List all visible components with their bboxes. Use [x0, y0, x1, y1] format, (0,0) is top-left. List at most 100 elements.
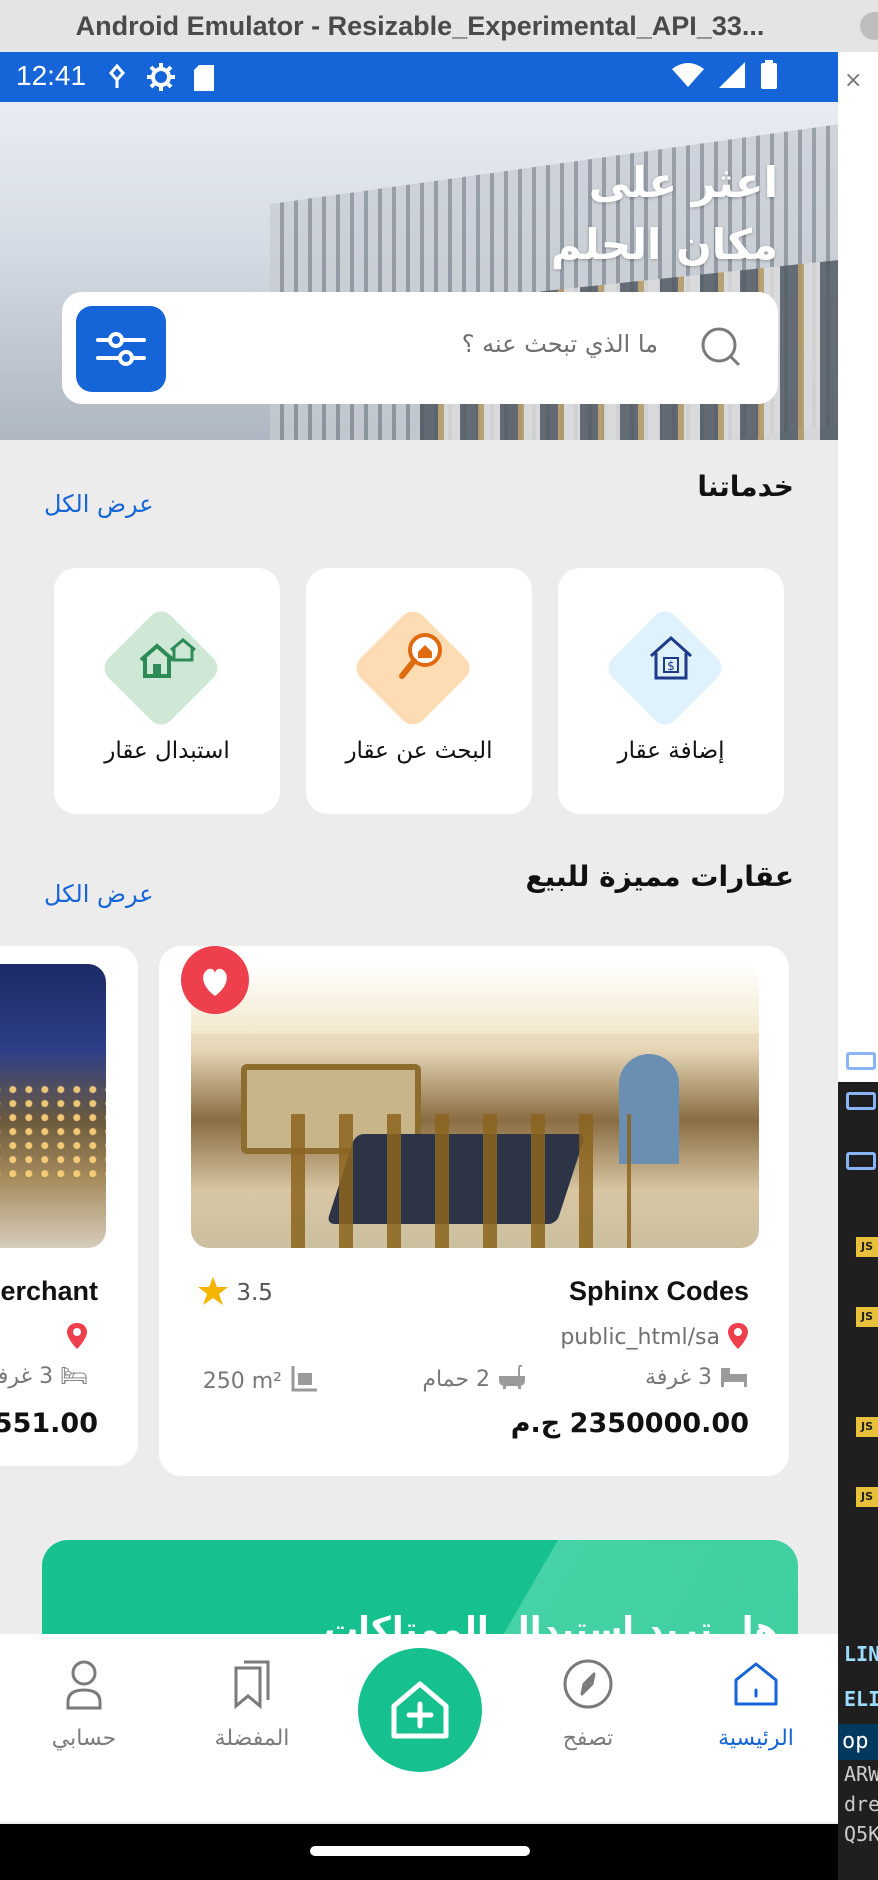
- featured-view-all-link[interactable]: عرض الكل: [44, 880, 154, 908]
- house-dollar-icon: $: [649, 635, 693, 680]
- sliders-icon: [96, 332, 146, 366]
- service-label: البحث عن عقار: [345, 738, 493, 764]
- nav-item-favorites[interactable]: المفضلة: [182, 1656, 322, 1776]
- featured-title: عقارات مميزة للبيع: [525, 860, 794, 893]
- home-gesture-handle[interactable]: [310, 1846, 530, 1856]
- property-rooms: 3 غرفة: [645, 1364, 749, 1390]
- js-file-icon[interactable]: JS: [856, 1417, 878, 1437]
- ide-editor-area: ×: [838, 52, 878, 1082]
- location-text: public_html/sa: [560, 1325, 720, 1350]
- property-card[interactable]: merchant 🛏 3 غرفة 2551.00: [0, 946, 138, 1466]
- area-icon: [291, 1366, 317, 1392]
- location-pin-icon: [728, 1323, 748, 1349]
- hero-title-line1: اعثر على: [588, 158, 778, 207]
- ide-text-line: dre: [844, 1792, 878, 1816]
- house-exchange-icon: [139, 638, 196, 678]
- service-label: استبدال عقار: [104, 738, 230, 764]
- property-title: merchant: [0, 1276, 98, 1306]
- property-price: 2551.00: [0, 1408, 98, 1439]
- nav-item-account[interactable]: حسابي: [14, 1656, 154, 1776]
- sd-card-icon: [194, 65, 215, 91]
- battery-icon: [761, 60, 777, 89]
- status-icons-right: [671, 60, 778, 90]
- filter-button[interactable]: [76, 306, 166, 392]
- rooms-count: 3 غرفة: [0, 1364, 54, 1389]
- status-bar: 12:41: [0, 52, 838, 102]
- ide-text-line: LIN: [844, 1642, 878, 1666]
- heart-icon: [203, 968, 227, 996]
- ide-text-line: Q5K: [844, 1822, 878, 1846]
- js-file-icon[interactable]: JS: [856, 1307, 878, 1327]
- property-image-detail: [0, 1084, 106, 1184]
- settings-icon: [146, 63, 175, 91]
- ide-panel: × JS JS JS JS LIN ELIN op ARW dre Q5K: [838, 52, 878, 1880]
- svg-text:$: $: [667, 659, 675, 673]
- add-property-fab[interactable]: [358, 1648, 482, 1772]
- baths-count: 2 حمام: [422, 1367, 490, 1392]
- signal-icon: [719, 62, 746, 88]
- property-image-detail: [291, 1114, 631, 1248]
- bottom-navigation: حسابي المفضلة تصفح الرئيسية: [0, 1634, 838, 1822]
- nav-label: حسابي: [51, 1726, 117, 1751]
- service-card-exchange-property[interactable]: استبدال عقار: [54, 568, 280, 814]
- property-image-detail: [191, 964, 759, 1034]
- wifi-icon: [671, 63, 704, 87]
- property-card[interactable]: 3.5 Sphinx Codes public_html/sa 3 غرفة 2…: [159, 946, 789, 1476]
- rating: 3.5: [197, 1276, 273, 1306]
- folder-icon[interactable]: [846, 1092, 876, 1110]
- property-baths: 2 حمام: [422, 1364, 527, 1392]
- hero-title: اعثر على مكان الحلم: [551, 152, 778, 276]
- status-time: 12:41: [16, 60, 87, 91]
- status-icons-left: [106, 62, 215, 93]
- property-rooms: 🛏 3 غرفة: [0, 1364, 88, 1389]
- star-icon: [198, 1277, 228, 1305]
- search-bar[interactable]: ما الذي تبحث عنه ؟: [62, 292, 778, 404]
- house-plus-icon: [391, 1681, 449, 1739]
- hero-title-line2: مكان الحلم: [550, 220, 778, 269]
- rating-value: 3.5: [236, 1280, 273, 1306]
- ide-text-line: ARW: [844, 1762, 878, 1786]
- property-location: public_html/sa: [560, 1322, 749, 1350]
- search-icon[interactable]: [700, 326, 742, 368]
- close-icon[interactable]: ×: [844, 68, 862, 93]
- nav-label: الرئيسية: [718, 1726, 794, 1751]
- window-title: Android Emulator - Resizable_Experimenta…: [75, 11, 765, 41]
- property-image: [191, 964, 759, 1248]
- favorite-button[interactable]: [181, 946, 249, 1014]
- property-title: Sphinx Codes: [568, 1276, 749, 1306]
- house-search-icon: [399, 633, 442, 679]
- location-alert-icon: [109, 63, 125, 88]
- person-icon: [66, 1660, 102, 1710]
- emulator-titlebar: Android Emulator - Resizable_Experimenta…: [0, 0, 878, 52]
- folder-icon[interactable]: [846, 1152, 876, 1170]
- rooms-count: 3 غرفة: [645, 1365, 712, 1390]
- js-file-icon[interactable]: JS: [856, 1487, 878, 1507]
- service-card-search-property[interactable]: البحث عن عقار: [306, 568, 532, 814]
- nav-item-browse[interactable]: تصفح: [518, 1656, 658, 1776]
- location-pin-icon: [66, 1322, 88, 1356]
- phone-screen: 12:41 اعثر على مكان الحلم ما الذي تبحث ع…: [0, 52, 838, 1880]
- window-control-button[interactable]: [860, 12, 878, 40]
- property-price: 2350000.00 ج.م: [510, 1408, 749, 1439]
- js-file-icon[interactable]: JS: [856, 1237, 878, 1257]
- gesture-bar: [0, 1824, 838, 1880]
- bed-icon: [721, 1368, 747, 1387]
- nav-label: تصفح: [562, 1726, 614, 1751]
- bookmarks-icon: [234, 1660, 270, 1710]
- folder-icon[interactable]: [846, 1052, 876, 1070]
- bed-icon: 🛏: [60, 1364, 88, 1389]
- property-image: [0, 964, 106, 1248]
- service-label: إضافة عقار: [617, 738, 725, 764]
- compass-icon: [563, 1659, 613, 1709]
- service-card-add-property[interactable]: $ إضافة عقار: [558, 568, 784, 814]
- area-value: 250 m²: [202, 1369, 282, 1394]
- ide-text-line: ELIN: [844, 1687, 878, 1711]
- nav-label: المفضلة: [214, 1726, 290, 1751]
- ide-selected-item[interactable]: op: [838, 1724, 878, 1760]
- search-input[interactable]: ما الذي تبحث عنه ؟: [462, 330, 658, 358]
- services-title: خدماتنا: [697, 470, 794, 503]
- bathtub-icon: [499, 1364, 525, 1389]
- services-view-all-link[interactable]: عرض الكل: [44, 490, 154, 518]
- property-area: 250 m²: [203, 1364, 319, 1394]
- nav-item-home[interactable]: الرئيسية: [686, 1656, 826, 1776]
